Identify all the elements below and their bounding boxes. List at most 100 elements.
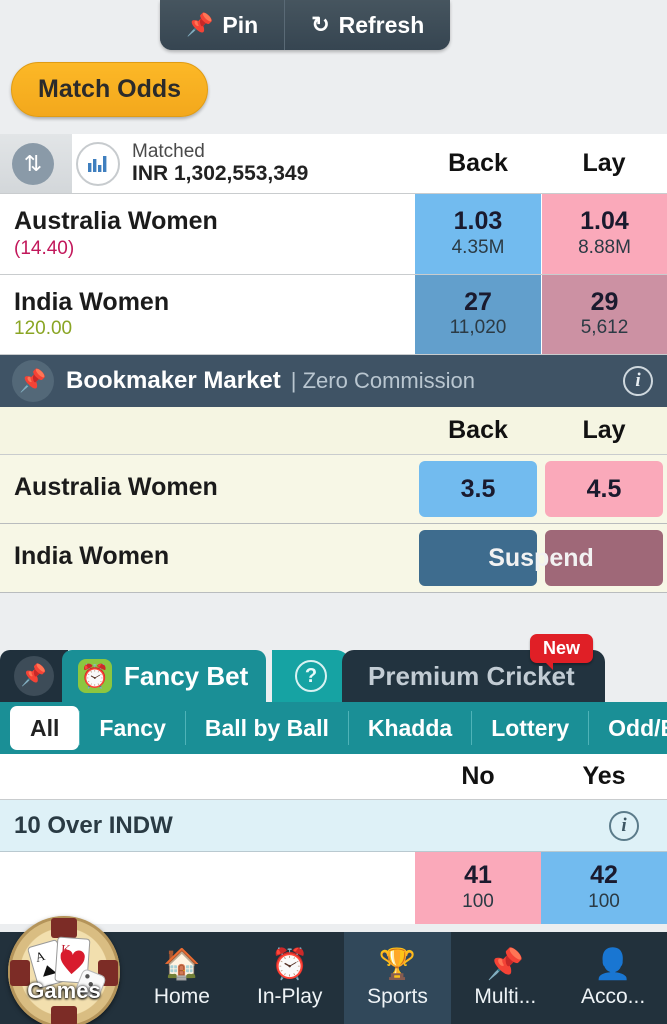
runner-info: India Women 120.00 xyxy=(0,275,415,355)
runner-pl: 120.00 xyxy=(14,318,73,340)
sort-icon[interactable]: ⇅ xyxy=(12,142,54,185)
nav-item-home-label: Home xyxy=(153,984,210,1008)
lay-cell xyxy=(541,524,667,592)
new-badge: New xyxy=(530,634,594,670)
lay-price: 1.04 xyxy=(580,207,629,236)
table-row: India Women Suspend xyxy=(0,524,667,594)
match-odds-lay-header: Lay xyxy=(582,149,626,177)
games-label: Games xyxy=(27,978,101,1003)
no-cell[interactable]: 41 100 xyxy=(415,852,541,925)
clock-icon: ⏰ xyxy=(271,947,309,981)
pin-icon: 📌 xyxy=(14,656,54,696)
runner-name: Australia Women xyxy=(14,207,218,235)
fancy-help-button[interactable]: ? xyxy=(272,650,350,702)
question-mark-icon: ? xyxy=(295,660,327,692)
lay-size: 5,612 xyxy=(580,317,629,339)
back-size: 4.35M xyxy=(451,236,505,258)
refresh-tab-label: Refresh xyxy=(338,11,425,38)
back-price: 27 xyxy=(464,287,492,316)
pin-icon[interactable]: 📌 xyxy=(12,360,54,403)
lay-size: 8.88M xyxy=(578,236,631,258)
subtab-lottery[interactable]: Lottery xyxy=(471,711,588,745)
subtab-all[interactable]: All xyxy=(10,706,80,750)
runner-info: Australia Women (14.40) xyxy=(0,194,415,274)
matched-label: Matched xyxy=(132,141,205,163)
match-odds-back-header: Back xyxy=(448,149,508,177)
tab-fancy-bet-label: Fancy Bet xyxy=(124,660,249,691)
fancy-tab-bar: 📌 ⏰ Fancy Bet ? Premium Cricket New xyxy=(0,634,667,702)
chart-icon[interactable] xyxy=(76,141,120,186)
lay-cell[interactable]: 29 5,612 xyxy=(541,274,667,355)
games-button[interactable]: A K Games xyxy=(0,916,128,1024)
yes-cell[interactable]: 42 100 xyxy=(541,852,667,925)
person-icon: 👤 xyxy=(594,947,632,981)
nav-item-account[interactable]: 👤 Acco... xyxy=(559,932,667,1024)
table-row: 41 100 42 100 xyxy=(0,852,667,925)
bookmaker-subtitle: | Zero Commission xyxy=(290,368,475,394)
nav-item-in-play[interactable]: ⏰ In-Play xyxy=(236,932,344,1024)
fancy-no-header: No xyxy=(461,762,495,790)
lay-price: 4.5 xyxy=(545,461,663,518)
lay-cell[interactable]: 4.5 xyxy=(541,455,667,523)
bookmaker-title: Bookmaker Market xyxy=(66,367,281,395)
top-tab-bar: 📌 Pin ↻ Refresh xyxy=(160,0,451,50)
bookmaker-back-header: Back xyxy=(448,416,508,445)
tab-fancy-bet[interactable]: ⏰ Fancy Bet xyxy=(62,650,267,702)
table-row: Australia Women (14.40) 1.03 4.35M 1.04 … xyxy=(0,194,667,275)
subtab-khadda[interactable]: Khadda xyxy=(347,711,471,745)
back-price xyxy=(419,530,537,587)
nav-item-multi-label: Multi... xyxy=(474,984,537,1008)
matched-value: INR 1,302,553,349 xyxy=(132,162,309,186)
market-pill-row: Match Odds xyxy=(0,62,667,134)
pin-tab[interactable]: 📌 Pin xyxy=(160,0,285,50)
back-cell[interactable]: 1.03 4.35M xyxy=(415,194,541,274)
match-odds-pill[interactable]: Match Odds xyxy=(11,62,209,117)
back-price: 1.03 xyxy=(453,207,503,236)
app-root: 📌 Pin ↻ Refresh Match Odds ⇅ Matched INR… xyxy=(0,0,667,1024)
alarm-clock-icon: ⏰ xyxy=(78,659,112,693)
nav-item-home[interactable]: 🏠 Home xyxy=(128,932,236,1024)
runner-name: Australia Women xyxy=(14,473,218,502)
subtab-odd-even[interactable]: Odd/Even xyxy=(588,711,667,745)
fancy-bet-section: 📌 ⏰ Fancy Bet ? Premium Cricket New All … xyxy=(0,634,667,925)
back-cell xyxy=(415,524,541,592)
runner-name: India Women xyxy=(14,287,170,316)
bookmaker-header: 📌 Bookmaker Market | Zero Commission i xyxy=(0,355,667,408)
nav-item-account-label: Acco... xyxy=(580,984,646,1008)
fancy-column-headers: No Yes xyxy=(0,754,667,800)
lay-price: 29 xyxy=(590,287,619,316)
info-icon[interactable]: i xyxy=(623,366,653,397)
info-icon[interactable]: i xyxy=(609,810,639,841)
bookmaker-column-headers: Back Lay xyxy=(0,407,667,456)
nav-item-sports-label: Sports xyxy=(367,984,428,1008)
nav-item-multi[interactable]: 📌 Multi... xyxy=(451,932,559,1024)
lay-price xyxy=(545,530,663,587)
pin-tab-label: Pin xyxy=(222,11,259,38)
refresh-tab[interactable]: ↻ Refresh xyxy=(284,0,451,50)
back-cell[interactable]: 27 11,020 xyxy=(415,274,541,355)
table-row: India Women 120.00 27 11,020 29 5,612 xyxy=(0,274,667,356)
pin-icon: 📌 xyxy=(486,947,524,981)
no-price: 41 xyxy=(464,861,492,889)
bookmaker-lay-header: Lay xyxy=(582,416,626,445)
runner-pl: (14.40) xyxy=(14,237,75,259)
fancy-section-title: 10 Over INDW xyxy=(14,811,173,839)
fancy-pin-button[interactable]: 📌 xyxy=(0,650,68,702)
matched-info: Matched INR 1,302,553,349 xyxy=(132,141,415,186)
match-odds-market: ⇅ Matched INR 1,302,553,349 Back Lay Aus… xyxy=(0,134,667,594)
nav-item-in-play-label: In-Play xyxy=(257,984,323,1008)
back-price: 3.5 xyxy=(419,461,537,518)
trophy-icon: 🏆 xyxy=(378,947,417,981)
runner-name: India Women xyxy=(14,542,170,571)
pin-icon: 📌 xyxy=(186,12,214,37)
subtab-fancy[interactable]: Fancy xyxy=(79,711,184,745)
yes-size: 100 xyxy=(588,890,620,912)
subtab-ball-by-ball[interactable]: Ball by Ball xyxy=(184,711,348,745)
table-row: Australia Women 3.5 4.5 xyxy=(0,455,667,525)
no-size: 100 xyxy=(462,890,494,912)
match-odds-header: ⇅ Matched INR 1,302,553,349 Back Lay xyxy=(0,134,667,194)
bottom-nav-bar: A K Games 🏠 Home ⏰ In-Play 🏆 Sports 📌 Mu… xyxy=(0,916,667,1024)
back-cell[interactable]: 3.5 xyxy=(415,455,541,523)
nav-item-sports[interactable]: 🏆 Sports xyxy=(343,932,452,1024)
lay-cell[interactable]: 1.04 8.88M xyxy=(541,194,667,274)
